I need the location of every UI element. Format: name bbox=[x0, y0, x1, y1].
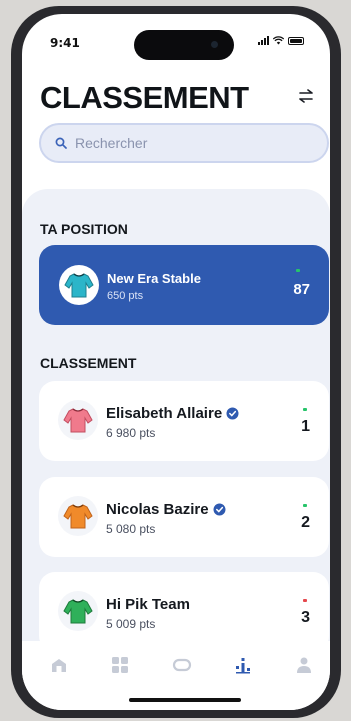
trend-up-icon bbox=[303, 504, 307, 507]
my-position-heading: TA POSITION bbox=[40, 221, 128, 237]
verified-icon bbox=[226, 407, 239, 420]
avatar bbox=[58, 591, 98, 631]
home-indicator bbox=[129, 698, 241, 702]
search-input[interactable]: Rechercher bbox=[39, 123, 329, 163]
cellular-signal-icon bbox=[258, 36, 269, 45]
tab-leaderboard[interactable] bbox=[233, 655, 253, 675]
competitor-rank: 1 bbox=[301, 418, 310, 435]
competitor-name: Nicolas Bazire bbox=[106, 501, 226, 518]
ranking-row[interactable]: Nicolas Bazire 5 080 pts 2 bbox=[39, 477, 329, 557]
dynamic-island bbox=[134, 30, 234, 60]
grid-icon bbox=[112, 657, 128, 673]
tab-horseshoe[interactable] bbox=[172, 655, 192, 675]
competitor-name: Hi Pik Team bbox=[106, 596, 190, 613]
status-icons bbox=[258, 36, 304, 45]
tab-grid[interactable] bbox=[110, 655, 130, 675]
camera-dot bbox=[211, 41, 218, 48]
competitor-points: 5 009 pts bbox=[106, 617, 156, 631]
horseshoe-icon bbox=[172, 658, 192, 672]
stable-icon bbox=[52, 659, 66, 672]
jersey-icon bbox=[63, 599, 93, 624]
my-points: 650 pts bbox=[107, 290, 144, 302]
trend-up-icon bbox=[296, 269, 300, 272]
jersey-icon bbox=[63, 408, 93, 433]
avatar bbox=[58, 400, 98, 440]
competitor-name-text: Hi Pik Team bbox=[106, 596, 190, 613]
status-bar: 9:41 bbox=[22, 14, 330, 64]
avatar bbox=[58, 496, 98, 536]
ranking-heading: CLASSEMENT bbox=[40, 355, 137, 371]
leaderboard-icon bbox=[236, 658, 250, 674]
competitor-rank: 3 bbox=[301, 609, 310, 626]
verified-icon bbox=[213, 503, 226, 516]
battery-icon bbox=[288, 36, 304, 45]
competitor-name: Elisabeth Allaire bbox=[106, 405, 239, 422]
ranking-row[interactable]: Hi Pik Team 5 009 pts 3 bbox=[39, 572, 329, 652]
competitor-name-text: Nicolas Bazire bbox=[106, 501, 209, 518]
my-rank: 87 bbox=[293, 281, 310, 298]
profile-icon bbox=[297, 657, 311, 673]
trend-down-icon bbox=[303, 599, 307, 602]
my-position-card[interactable]: New Era Stable 650 pts 87 bbox=[39, 245, 329, 325]
page-title: CLASSEMENT bbox=[40, 80, 249, 115]
competitor-rank: 2 bbox=[301, 514, 310, 531]
competitor-points: 6 980 pts bbox=[106, 426, 156, 440]
competitor-name-text: Elisabeth Allaire bbox=[106, 405, 223, 422]
jersey-icon bbox=[63, 504, 93, 529]
search-icon bbox=[55, 137, 67, 149]
ranking-row[interactable]: Elisabeth Allaire 6 980 pts 1 bbox=[39, 381, 329, 461]
my-name: New Era Stable bbox=[107, 271, 201, 286]
avatar bbox=[59, 265, 99, 305]
status-time: 9:41 bbox=[50, 36, 80, 50]
wifi-icon bbox=[273, 36, 284, 45]
competitor-points: 5 080 pts bbox=[106, 522, 156, 536]
swap-arrows-icon[interactable] bbox=[298, 89, 314, 103]
search-placeholder: Rechercher bbox=[75, 135, 148, 151]
trend-up-icon bbox=[303, 408, 307, 411]
tab-profile[interactable] bbox=[294, 655, 314, 675]
app-screen: 9:41 CLASSEMENT Rechercher TA POSITION N… bbox=[22, 14, 330, 710]
tab-stable[interactable] bbox=[49, 655, 69, 675]
jersey-icon bbox=[64, 273, 94, 298]
